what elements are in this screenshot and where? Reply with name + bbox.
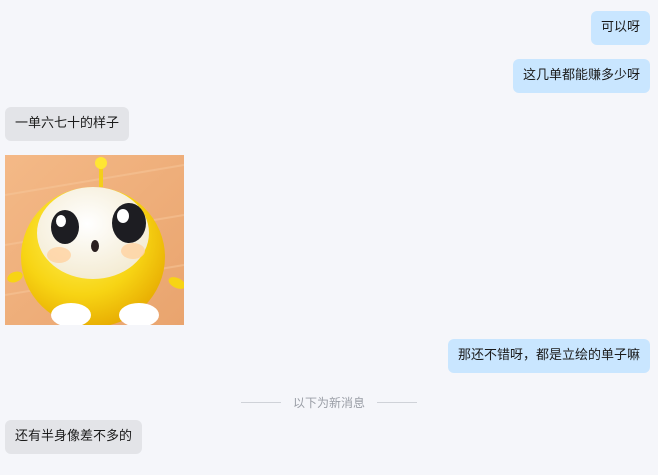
divider-label: 以下为新消息 bbox=[292, 395, 365, 410]
incoming-message-bubble[interactable]: 还有半身像差不多的 bbox=[5, 420, 143, 454]
divider-line bbox=[377, 401, 417, 403]
chat-message-list[interactable]: 可以呀 这几单都能赚多少呀 一单六七十的样子 那还不错呀，都是立绘的单子嘛 以下… bbox=[0, 0, 658, 475]
new-messages-divider: 以下为新消息 bbox=[0, 392, 658, 412]
message-text: 还有半身像差不多的 bbox=[15, 429, 133, 444]
outgoing-message-bubble[interactable]: 可以呀 bbox=[590, 11, 650, 45]
yellow-round-character-sticker bbox=[5, 155, 184, 325]
divider-line bbox=[240, 401, 281, 403]
outgoing-message-bubble[interactable]: 这几单都能赚多少呀 bbox=[512, 59, 650, 93]
message-text: 那还不错呀，都是立绘的单子嘛 bbox=[457, 348, 640, 363]
message-text: 一单六七十的样子 bbox=[15, 116, 120, 131]
sticker-image[interactable] bbox=[5, 155, 184, 325]
incoming-message-bubble[interactable]: 一单六七十的样子 bbox=[5, 107, 130, 141]
message-text: 这几单都能赚多少呀 bbox=[522, 68, 640, 83]
message-text: 可以呀 bbox=[600, 20, 640, 35]
outgoing-message-bubble[interactable]: 那还不错呀，都是立绘的单子嘛 bbox=[447, 339, 650, 373]
